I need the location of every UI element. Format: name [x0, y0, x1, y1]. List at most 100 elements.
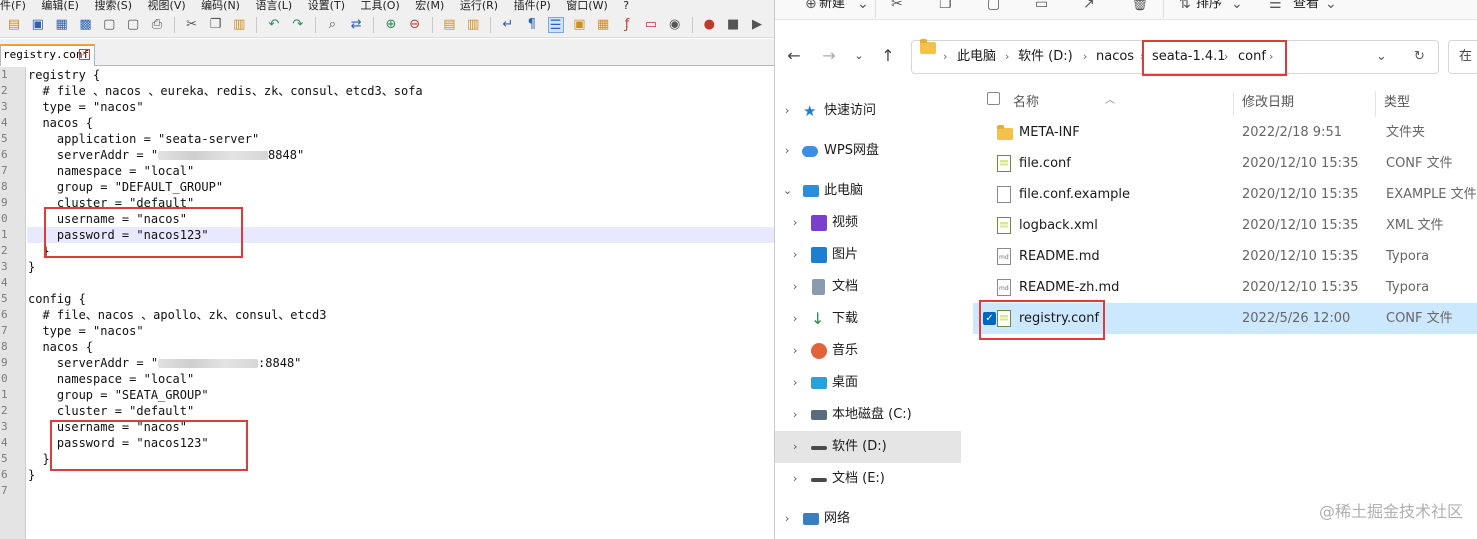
back-icon[interactable]: ←	[784, 46, 804, 66]
new-file-icon[interactable]: ▤	[6, 17, 22, 33]
close-icon[interactable]: ×	[79, 49, 90, 60]
up-icon[interactable]: ↑	[878, 46, 898, 66]
nav-quick-access[interactable]: › ★ 快速访问	[775, 95, 961, 127]
nav-downloads[interactable]: › ↓ 下载	[775, 303, 961, 335]
folder-workspace-icon[interactable]: ▭	[643, 17, 659, 33]
chevron-right-icon[interactable]: ›	[793, 239, 797, 271]
monitor-icon[interactable]: ◉	[667, 17, 683, 33]
code-editor[interactable]: 1 2 3 4 5 6 7 8 9 0 1 2 3 4 5 6 7 8 9 0 …	[0, 67, 774, 539]
menu-view[interactable]: 视图(V)	[148, 0, 186, 12]
chevron-right-icon[interactable]: ›	[793, 367, 797, 399]
chevron-right-icon[interactable]: ›	[793, 303, 797, 335]
chevron-down-icon[interactable]: ⌄	[1325, 0, 1337, 12]
chevron-right-icon[interactable]: ›	[793, 431, 797, 463]
nav-drive-e[interactable]: › 文档 (E:)	[775, 463, 961, 495]
record-macro-icon[interactable]: ●	[701, 17, 717, 33]
chevron-right-icon[interactable]: ›	[785, 503, 789, 535]
delete-icon[interactable]: 🗑	[1131, 0, 1149, 12]
nav-this-pc[interactable]: ⌄ 此电脑	[775, 175, 961, 207]
chevron-right-icon[interactable]: ›	[785, 95, 789, 127]
breadcrumb-nacos[interactable]: nacos	[1096, 41, 1134, 73]
close-file-icon[interactable]: ▢	[101, 17, 117, 33]
chevron-down-icon[interactable]: ⌄	[857, 0, 869, 12]
sync-horizontal-icon[interactable]: ▥	[465, 17, 481, 33]
user-language-icon[interactable]: ▣	[571, 17, 587, 33]
stop-macro-icon[interactable]: ■	[725, 17, 741, 33]
undo-icon[interactable]: ↶	[266, 17, 282, 33]
word-wrap-icon[interactable]: ↵	[500, 17, 516, 33]
menu-tools[interactable]: 工具(O)	[361, 0, 400, 12]
chevron-right-icon[interactable]: ›	[793, 399, 797, 431]
save-all-icon[interactable]: ▩	[77, 17, 93, 33]
cut-icon[interactable]: ✂	[891, 0, 903, 12]
forward-icon[interactable]: →	[819, 46, 839, 66]
nav-drive-c[interactable]: › 本地磁盘 (C:)	[775, 399, 961, 431]
new-icon[interactable]: ⊕	[805, 0, 817, 12]
print-icon[interactable]: ⎙	[149, 17, 165, 33]
replace-icon[interactable]: ⇄	[348, 17, 364, 33]
menu-encoding[interactable]: 编码(N)	[201, 0, 240, 12]
paste-icon[interactable]: ▥	[231, 17, 247, 33]
paste-icon[interactable]: ▢	[987, 0, 1000, 12]
open-file-icon[interactable]: ▣	[30, 17, 46, 33]
menu-settings[interactable]: 设置(T)	[308, 0, 345, 12]
search-input[interactable]: 在	[1448, 40, 1477, 74]
chevron-right-icon[interactable]: ›	[793, 271, 797, 303]
menu-run[interactable]: 运行(R)	[460, 0, 498, 12]
file-row[interactable]: README.md 2020/12/10 15:35 Typora	[973, 241, 1477, 272]
breadcrumb-drive-d[interactable]: 软件 (D:)	[1018, 41, 1073, 73]
menu-help[interactable]: ?	[623, 0, 629, 12]
close-all-icon[interactable]: ▢	[125, 17, 141, 33]
column-type[interactable]: 类型	[1384, 91, 1410, 110]
nav-drive-d[interactable]: › 软件 (D:)	[775, 431, 961, 463]
file-row[interactable]: logback.xml 2020/12/10 15:35 XML 文件	[973, 210, 1477, 241]
play-macro-icon[interactable]: ▶	[749, 17, 765, 33]
show-all-chars-icon[interactable]: ¶	[524, 17, 540, 33]
column-divider[interactable]	[1375, 91, 1376, 117]
column-divider[interactable]	[1233, 91, 1234, 117]
find-icon[interactable]: ⌕	[324, 17, 340, 33]
nav-documents[interactable]: › 文档	[775, 271, 961, 303]
breadcrumb-this-pc[interactable]: 此电脑	[957, 41, 996, 73]
chevron-right-icon[interactable]: ›	[785, 135, 789, 167]
recent-locations-icon[interactable]: ⌄	[849, 46, 869, 66]
chevron-down-icon[interactable]: ⌄	[783, 175, 792, 207]
zoom-in-icon[interactable]: ⊕	[383, 17, 399, 33]
save-icon[interactable]: ▦	[54, 17, 70, 33]
view-icon[interactable]: ☰	[1269, 0, 1282, 12]
select-all-checkbox[interactable]	[987, 92, 1000, 105]
nav-desktop[interactable]: › 桌面	[775, 367, 961, 399]
rename-icon[interactable]: ▭	[1035, 0, 1048, 12]
cut-icon[interactable]: ✂	[184, 17, 200, 33]
refresh-icon[interactable]: ↻	[1414, 41, 1425, 73]
new-button[interactable]: 新建	[819, 0, 845, 14]
column-date[interactable]: 修改日期	[1242, 91, 1294, 110]
redo-icon[interactable]: ↷	[290, 17, 306, 33]
nav-music[interactable]: › 音乐	[775, 335, 961, 367]
share-icon[interactable]: ↗	[1083, 0, 1095, 12]
address-dropdown-icon[interactable]: ⌄	[1376, 41, 1387, 73]
menu-window[interactable]: 窗口(W)	[566, 0, 607, 12]
file-row[interactable]: file.conf 2020/12/10 15:35 CONF 文件	[973, 148, 1477, 179]
menu-file[interactable]: 件(F)	[0, 0, 26, 12]
tab-registry-conf[interactable]: registry.conf ×	[0, 44, 95, 66]
file-row[interactable]: META-INF 2022/2/18 9:51 文件夹	[973, 117, 1477, 148]
sort-button[interactable]: 排序	[1196, 0, 1222, 14]
doc-map-icon[interactable]: ▦	[595, 17, 611, 33]
view-button[interactable]: 查看	[1293, 0, 1319, 14]
menu-macro[interactable]: 宏(M)	[415, 0, 444, 12]
sort-icon[interactable]: ⇅	[1179, 0, 1191, 12]
function-list-icon[interactable]: ƒ	[619, 17, 635, 33]
sync-vertical-icon[interactable]: ▤	[441, 17, 457, 33]
chevron-down-icon[interactable]: ⌄	[1231, 0, 1243, 12]
copy-icon[interactable]: ❐	[939, 0, 952, 12]
zoom-out-icon[interactable]: ⊖	[407, 17, 423, 33]
file-row[interactable]: README-zh.md 2020/12/10 15:35 Typora	[973, 272, 1477, 303]
nav-network[interactable]: › 网络	[775, 503, 961, 535]
column-name[interactable]: 名称	[1013, 91, 1039, 110]
menu-search[interactable]: 搜索(S)	[94, 0, 132, 12]
chevron-right-icon[interactable]: ›	[793, 463, 797, 495]
nav-wps-drive[interactable]: › WPS网盘	[775, 135, 961, 167]
nav-pictures[interactable]: › 图片	[775, 239, 961, 271]
file-row[interactable]: file.conf.example 2020/12/10 15:35 EXAMP…	[973, 179, 1477, 210]
